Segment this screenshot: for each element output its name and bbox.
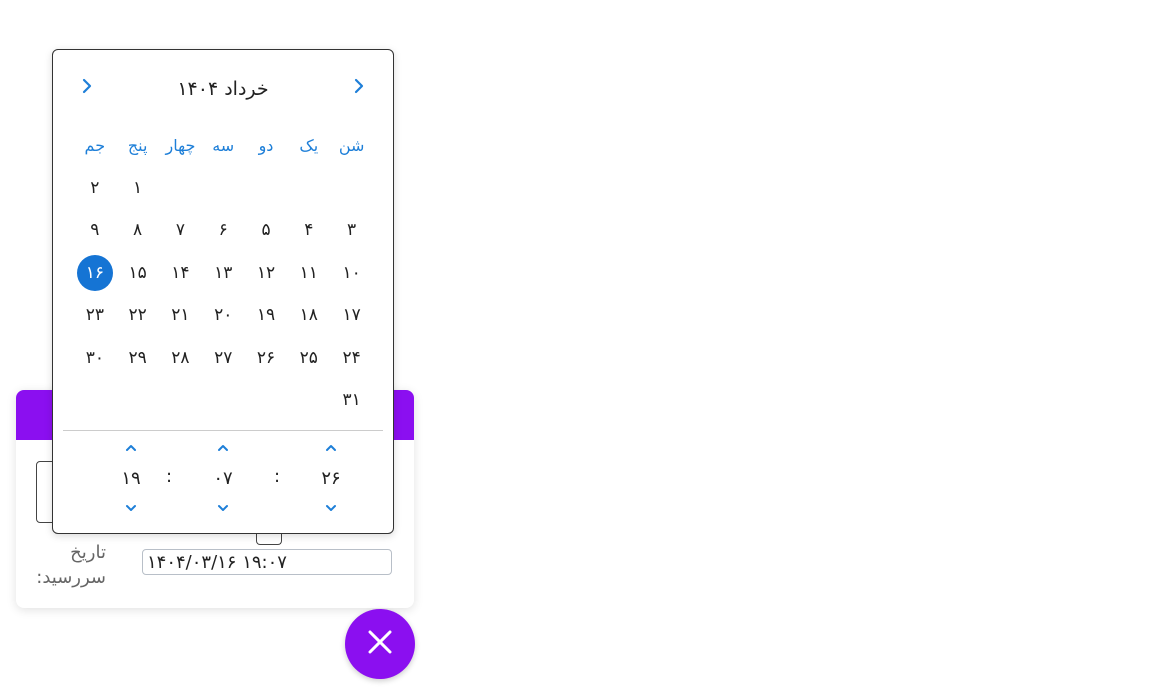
close-button[interactable]	[345, 609, 415, 679]
chevron-right-icon[interactable]	[77, 76, 97, 96]
day-number: ۲۵	[299, 347, 318, 368]
day-cell[interactable]: ۱۲	[245, 252, 288, 295]
day-cell[interactable]: ۱۴	[159, 252, 202, 295]
weekday-header: شن	[338, 135, 365, 155]
minutes-value[interactable]: ۰۷	[203, 468, 243, 489]
chevron-right-icon-next[interactable]	[349, 76, 369, 96]
day-cell[interactable]: ۲۹	[116, 337, 159, 380]
close-icon	[367, 629, 393, 659]
day-number: ۱۸	[299, 305, 318, 326]
selected-day-cell[interactable]: ۱۶	[73, 252, 116, 295]
day-cell[interactable]: ۲۸	[159, 337, 202, 380]
day-number: ۲	[90, 177, 100, 198]
day-number: ۷	[175, 220, 185, 241]
day-number: ۳	[347, 220, 357, 241]
day-number: ۶	[218, 220, 228, 241]
day-cell[interactable]: ۲۰	[202, 294, 245, 337]
month-title: خرداد ۱۴۰۴	[177, 78, 269, 100]
minutes-down-icon[interactable]	[215, 500, 231, 516]
day-cell[interactable]: ۶	[202, 209, 245, 252]
day-number: ۲۸	[171, 347, 190, 368]
due-date-label: تاریخ سررسید:	[36, 542, 106, 588]
weekday-header: دو	[258, 135, 274, 155]
day-cell[interactable]: ۴	[287, 209, 330, 252]
day-number: ۱۵	[128, 262, 147, 283]
time-separator: :	[273, 466, 281, 487]
day-number: ۳۰	[85, 347, 104, 368]
day-cell[interactable]: ۲۷	[202, 337, 245, 380]
day-cell[interactable]: ۲۱	[159, 294, 202, 337]
seconds-down-icon[interactable]	[323, 500, 339, 516]
day-cell[interactable]: ۱۵	[116, 252, 159, 295]
day-cell[interactable]: ۱۸	[287, 294, 330, 337]
seconds-column: ۲۶	[311, 436, 351, 522]
day-cell[interactable]: ۳۰	[73, 337, 116, 380]
day-cell[interactable]: ۱۰	[330, 252, 373, 295]
hours-column: ۱۹	[111, 436, 151, 522]
day-cell[interactable]: ۱۷	[330, 294, 373, 337]
day-cell[interactable]: ۲۳	[73, 294, 116, 337]
day-cell[interactable]: ۵	[245, 209, 288, 252]
day-number: ۱۷	[342, 305, 361, 326]
due-date-input[interactable]: ۱۴۰۴/۰۳/۱۶ ۱۹:۰۷	[142, 549, 392, 575]
day-cell[interactable]: ۳۱	[330, 379, 373, 422]
day-cell[interactable]: ۲۲	[116, 294, 159, 337]
empty-cell	[159, 167, 202, 210]
calendar-grid: شن یک دو سه چهار پنج جم ۱ ۲ ۳ ۴ ۵ ۶ ۷ ۸ ۹ ۱۰ ۱۱ ۱۲ ۱۳ ۱۴ ۱۵ ۱۶…	[73, 124, 373, 422]
day-number: ۵	[261, 220, 271, 241]
day-number: ۲۳	[85, 305, 104, 326]
empty-cell	[287, 167, 330, 210]
day-cell[interactable]: ۲	[73, 167, 116, 210]
time-divider	[63, 430, 383, 431]
seconds-value[interactable]: ۲۶	[311, 468, 351, 489]
empty-cell	[245, 167, 288, 210]
day-number: ۱۶	[76, 254, 113, 291]
empty-cell	[202, 167, 245, 210]
weekday-header: چهار	[165, 135, 196, 155]
day-number: ۱۲	[256, 262, 276, 283]
day-number: ۱۴	[171, 262, 190, 283]
day-cell[interactable]: ۱	[116, 167, 159, 210]
day-cell[interactable]: ۹	[73, 209, 116, 252]
day-number: ۳۱	[342, 390, 361, 411]
weekday-header: جم	[84, 135, 106, 155]
day-cell[interactable]: ۳	[330, 209, 373, 252]
seconds-up-icon[interactable]	[323, 440, 339, 456]
day-number: ۱۳	[214, 262, 233, 283]
day-cell[interactable]: ۸	[116, 209, 159, 252]
hours-up-icon[interactable]	[123, 440, 139, 456]
day-number: ۲۲	[128, 305, 147, 326]
empty-cell	[330, 167, 373, 210]
day-number: ۲۰	[214, 305, 233, 326]
day-number: ۲۶	[256, 347, 276, 368]
minutes-column: ۰۷	[203, 436, 243, 522]
day-cell[interactable]: ۲۶	[245, 337, 288, 380]
day-cell[interactable]: ۱۹	[245, 294, 288, 337]
day-cell[interactable]: ۱۳	[202, 252, 245, 295]
day-number: ۴	[304, 220, 314, 241]
day-cell[interactable]: ۷	[159, 209, 202, 252]
time-separator: :	[165, 466, 173, 487]
day-number: ۱۹	[256, 305, 276, 326]
day-number: ۸	[133, 220, 143, 241]
day-number: ۹	[90, 220, 100, 241]
day-number: ۲۷	[214, 347, 233, 368]
weekday-header: یک	[299, 135, 319, 155]
day-cell[interactable]: ۱۱	[287, 252, 330, 295]
day-cell[interactable]: ۲۴	[330, 337, 373, 380]
weekday-header: پنج	[127, 135, 148, 155]
day-number: ۱۰	[342, 262, 361, 283]
day-number: ۲۴	[342, 347, 361, 368]
date-time-picker: خرداد ۱۴۰۴ شن یک دو سه چهار پنج جم ۱ ۲ ۳ ۴ ۵ ۶ ۷ ۸ ۹ ۱۰ ۱…	[52, 49, 394, 534]
minutes-up-icon[interactable]	[215, 440, 231, 456]
day-number: ۱	[133, 177, 143, 198]
weekday-header: سه	[212, 135, 235, 155]
day-cell[interactable]: ۲۵	[287, 337, 330, 380]
day-number: ۲۹	[128, 347, 147, 368]
hours-down-icon[interactable]	[123, 500, 139, 516]
hours-value[interactable]: ۱۹	[111, 468, 151, 489]
day-number: ۲۱	[171, 305, 190, 326]
day-number: ۱۱	[299, 262, 318, 283]
